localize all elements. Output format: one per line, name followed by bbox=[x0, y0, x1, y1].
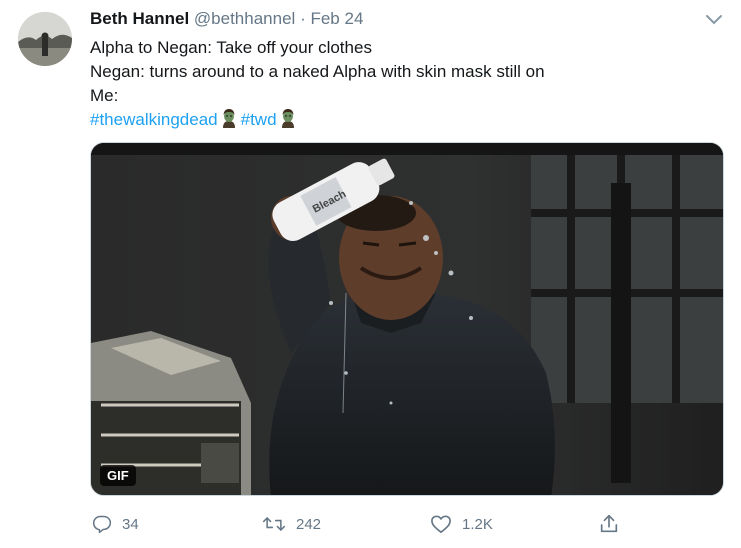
hashtag-twd[interactable]: #twd bbox=[241, 110, 277, 129]
share-button[interactable] bbox=[598, 511, 630, 537]
tweet-line: Me: bbox=[90, 86, 119, 105]
gif-badge: GIF bbox=[100, 465, 136, 486]
reply-icon bbox=[92, 515, 112, 534]
hashtag-thewalkingdead[interactable]: #thewalkingdead bbox=[90, 110, 218, 129]
avatar-image bbox=[18, 12, 72, 66]
header-separator: · bbox=[300, 9, 306, 28]
avatar[interactable] bbox=[18, 12, 72, 66]
tweet-text: Alpha to Negan: Take off your clothes Ne… bbox=[90, 36, 545, 132]
gif-frame-image: Bleach bbox=[91, 143, 723, 495]
retweet-count: 242 bbox=[296, 515, 322, 533]
share-icon bbox=[600, 514, 618, 533]
zombie-emoji-icon bbox=[281, 109, 294, 128]
retweet-button[interactable]: 242 bbox=[262, 511, 321, 537]
like-button[interactable]: 1.2K bbox=[430, 511, 493, 537]
tweet-line: Alpha to Negan: Take off your clothes bbox=[90, 38, 372, 57]
reply-count: 34 bbox=[122, 515, 139, 533]
hashtag-line: #thewalkingdead #twd bbox=[90, 108, 545, 132]
tweet-header: Beth Hannel @bethhannel · Feb 24 bbox=[90, 9, 363, 29]
chevron-down-icon[interactable] bbox=[703, 12, 725, 26]
author-name[interactable]: Beth Hannel bbox=[90, 9, 189, 28]
author-handle[interactable]: @bethhannel bbox=[194, 9, 295, 28]
tweet-date[interactable]: Feb 24 bbox=[310, 9, 363, 28]
reply-button[interactable]: 34 bbox=[92, 511, 139, 537]
like-count: 1.2K bbox=[462, 515, 493, 533]
tweet-line: Negan: turns around to a naked Alpha wit… bbox=[90, 62, 545, 81]
retweet-icon bbox=[262, 517, 286, 531]
gif-media[interactable]: Bleach bbox=[90, 142, 724, 496]
zombie-emoji-icon bbox=[222, 109, 235, 128]
heart-icon bbox=[431, 515, 451, 533]
